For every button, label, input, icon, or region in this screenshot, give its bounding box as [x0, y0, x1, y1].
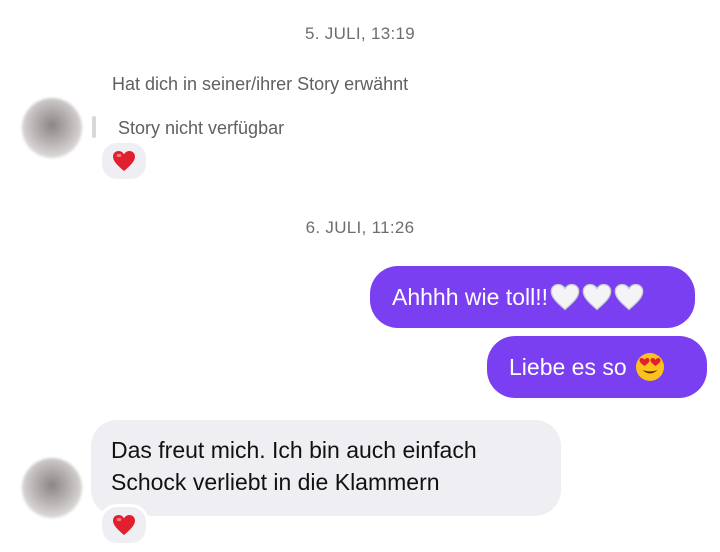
white-heart-icon: [582, 283, 612, 311]
timestamp: 5. JULI, 13:19: [304, 24, 416, 43]
message-text-line: Schock verliebt in die Klammern: [111, 469, 440, 495]
red-heart-icon: [113, 151, 135, 171]
incoming-message[interactable]: Das freut mich. Ich bin auch einfach Sch…: [91, 420, 561, 516]
message-text: Liebe es so: [509, 353, 627, 380]
reaction-badge[interactable]: [99, 504, 149, 546]
message-text: Ahhhh wie toll!!: [392, 283, 548, 310]
story-reply-line: [92, 116, 96, 138]
outgoing-message[interactable]: Liebe es so: [487, 336, 707, 398]
heart-eyes-face-icon: [635, 353, 664, 381]
timestamp: 6. JULI, 11:26: [305, 218, 415, 237]
red-heart-icon: [113, 515, 135, 535]
outgoing-message[interactable]: Ahhhh wie toll!!: [370, 266, 695, 328]
white-heart-icon: [614, 283, 644, 311]
avatar[interactable]: [22, 98, 82, 158]
white-heart-icon: [550, 283, 580, 311]
avatar[interactable]: [22, 458, 82, 518]
message-text-line: Das freut mich. Ich bin auch einfach: [111, 437, 477, 463]
story-mention-text: Hat dich in seiner/ihrer Story erwähnt: [112, 74, 409, 94]
reaction-badge[interactable]: [99, 140, 149, 182]
story-unavailable-text[interactable]: Story nicht verfügbar: [118, 118, 284, 139]
